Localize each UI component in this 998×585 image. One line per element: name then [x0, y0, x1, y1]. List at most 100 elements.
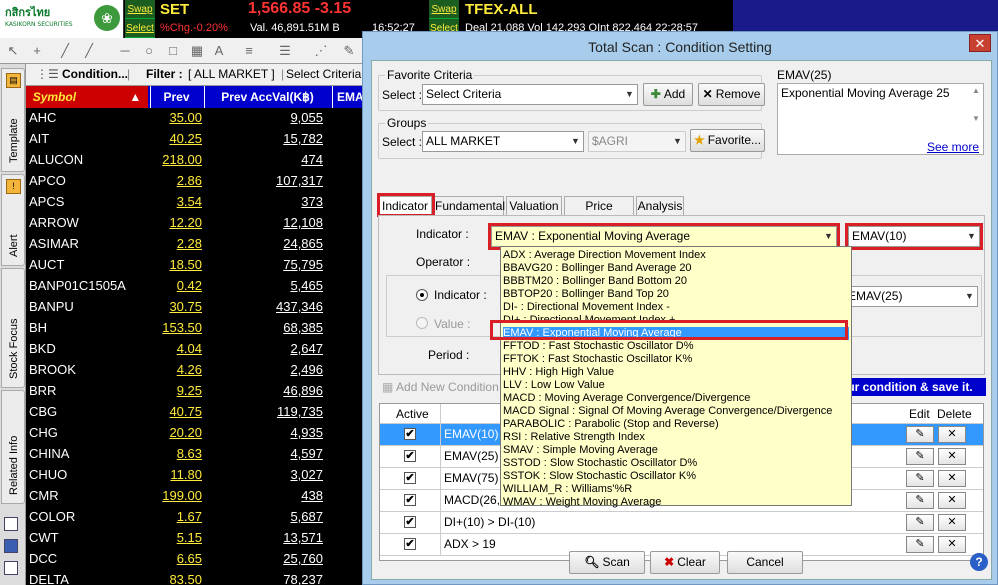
- clear-button[interactable]: ✖ Clear: [650, 551, 720, 574]
- delete-x-icon[interactable]: ✕: [938, 426, 966, 443]
- swap-tfex-link[interactable]: Swap: [429, 0, 459, 19]
- indicator-option[interactable]: ADX : Average Direction Movement Index: [503, 249, 849, 262]
- active-checkbox[interactable]: ✔: [404, 494, 416, 506]
- list-row[interactable]: BRR 9.25 46,896: [26, 381, 362, 402]
- pencil-icon[interactable]: ✎: [906, 448, 934, 465]
- indicator-option[interactable]: BBBTM20 : Bollinger Band Bottom 20: [503, 275, 849, 288]
- fib-icon[interactable]: ≡: [240, 42, 258, 60]
- ema-column-header[interactable]: EMA: [332, 86, 362, 108]
- cancel-button[interactable]: Cancel: [727, 551, 803, 574]
- save-icon[interactable]: [4, 539, 18, 553]
- eraser-icon[interactable]: ✎: [340, 42, 358, 60]
- symbol-cell[interactable]: BH: [29, 320, 47, 335]
- tab-stock-focus[interactable]: Stock Focus: [1, 268, 25, 388]
- symbol-cell[interactable]: COLOR: [29, 509, 75, 524]
- indicator-option[interactable]: HHV : High High Value: [503, 366, 849, 379]
- list-row[interactable]: CWT 5.15 13,571: [26, 528, 362, 549]
- tab-analysis[interactable]: Analysis: [636, 196, 684, 215]
- trendline-icon[interactable]: ╱: [80, 42, 98, 60]
- list-row[interactable]: CMR 199.00 438: [26, 486, 362, 507]
- help-icon[interactable]: ?: [970, 553, 988, 571]
- indicator-option[interactable]: WMAV : Weight Moving Average: [503, 496, 849, 509]
- text-icon[interactable]: A: [210, 42, 228, 60]
- scroll-arrows-icon[interactable]: ▲ ▼: [969, 84, 983, 136]
- pencil-icon[interactable]: ✎: [906, 514, 934, 531]
- list-row[interactable]: DELTA 83.50 78,237: [26, 570, 362, 585]
- symbol-cell[interactable]: ARROW: [29, 215, 79, 230]
- accval-column-header[interactable]: Prev AccVal(K฿): [204, 86, 330, 108]
- symbol-cell[interactable]: CMR: [29, 488, 59, 503]
- radio-value[interactable]: [416, 317, 428, 329]
- pencil-icon[interactable]: ✎: [906, 426, 934, 443]
- indicator-option[interactable]: WILLIAM_R : Williams'%R: [503, 483, 849, 496]
- indicator-option[interactable]: SSTOD : Slow Stochastic Oscillator D%: [503, 457, 849, 470]
- indicator-option[interactable]: RSI : Relative Strength Index: [503, 431, 849, 444]
- tab-template[interactable]: ▤ Template: [1, 68, 25, 172]
- list-row[interactable]: AIT 40.25 15,782: [26, 129, 362, 150]
- tab-price-pattern[interactable]: Price Pattern: [564, 196, 634, 231]
- symbol-cell[interactable]: CWT: [29, 530, 59, 545]
- symbol-cell[interactable]: ALUCON: [29, 152, 83, 167]
- tab-related-info[interactable]: Related Info: [1, 390, 25, 504]
- indicator-option[interactable]: FFTOD : Fast Stochastic Oscillator D%: [503, 340, 849, 353]
- indicator-option[interactable]: SMAV : Simple Moving Average: [503, 444, 849, 457]
- list-row[interactable]: BANPU 30.75 437,346: [26, 297, 362, 318]
- remove-button[interactable]: ✕ Remove: [698, 83, 765, 106]
- symbol-cell[interactable]: ASIMAR: [29, 236, 79, 251]
- indicator-option[interactable]: LLV : Low Low Value: [503, 379, 849, 392]
- symbol-cell[interactable]: BRR: [29, 383, 56, 398]
- symbol-cell[interactable]: AHC: [29, 110, 56, 125]
- crosshair-icon[interactable]: +: [28, 42, 46, 60]
- condition-row[interactable]: ✔ DI+(10) > DI-(10) ✎ ✕: [380, 512, 983, 534]
- close-icon[interactable]: ✕: [969, 34, 991, 52]
- select-set-link[interactable]: Select: [125, 19, 155, 38]
- delete-x-icon[interactable]: ✕: [938, 448, 966, 465]
- style-icon[interactable]: ☰: [276, 42, 294, 60]
- circle-icon[interactable]: ○: [140, 42, 158, 60]
- list-row[interactable]: APCO 2.86 107,317: [26, 171, 362, 192]
- list-row[interactable]: BH 153.50 68,385: [26, 318, 362, 339]
- list-row[interactable]: BKD 4.04 2,647: [26, 339, 362, 360]
- line-tool-icon[interactable]: ╱: [56, 42, 74, 60]
- list-row[interactable]: COLOR 1.67 5,687: [26, 507, 362, 528]
- document-icon[interactable]: [4, 561, 18, 575]
- fan-icon[interactable]: ⋰: [312, 42, 330, 60]
- add-new-condition-button[interactable]: ▦ Add New Condition: [382, 380, 499, 394]
- see-more-link[interactable]: See more: [927, 140, 979, 154]
- symbol-cell[interactable]: CHUO: [29, 467, 67, 482]
- rectangle-icon[interactable]: □: [164, 42, 182, 60]
- list-row[interactable]: CHINA 8.63 4,597: [26, 444, 362, 465]
- delete-x-icon[interactable]: ✕: [938, 536, 966, 553]
- symbol-cell[interactable]: DELTA: [29, 572, 69, 585]
- list-row[interactable]: CBG 40.75 119,735: [26, 402, 362, 423]
- condition-link[interactable]: Condition...: [62, 67, 128, 81]
- favorite-criteria-select[interactable]: Select Criteria ▼: [422, 84, 638, 105]
- symbol-cell[interactable]: BANP01C1505A: [29, 278, 126, 293]
- symbol-cell[interactable]: BANPU: [29, 299, 74, 314]
- indicator-option[interactable]: BBTOP20 : Bollinger Band Top 20: [503, 288, 849, 301]
- list-row[interactable]: DCC 6.65 25,760: [26, 549, 362, 570]
- scan-button[interactable]: 🔍︎ Scan: [569, 551, 645, 574]
- radio-indicator[interactable]: [416, 289, 428, 301]
- symbol-cell[interactable]: AIT: [29, 131, 49, 146]
- list-row[interactable]: APCS 3.54 373: [26, 192, 362, 213]
- prev-column-header[interactable]: Prev: [150, 86, 202, 108]
- indicator-option[interactable]: DI- : Directional Movement Index -: [503, 301, 849, 314]
- swap-set-link[interactable]: Swap: [125, 0, 155, 19]
- active-checkbox[interactable]: ✔: [404, 450, 416, 462]
- symbol-cell[interactable]: BKD: [29, 341, 56, 356]
- symbol-cell[interactable]: AUCT: [29, 257, 64, 272]
- compare-indicator-select[interactable]: EMAV(25) ▼: [844, 286, 978, 307]
- pencil-icon[interactable]: ✎: [906, 536, 934, 553]
- tab-fundamental[interactable]: Fundamental: [434, 196, 505, 215]
- list-row[interactable]: BANP01C1505A 0.42 5,465: [26, 276, 362, 297]
- condition-icon[interactable]: ⋮☰: [36, 67, 59, 81]
- symbol-cell[interactable]: BROOK: [29, 362, 76, 377]
- list-row[interactable]: AHC 35.00 9,055: [26, 108, 362, 129]
- indicator-option[interactable]: BBAVG20 : Bollinger Band Average 20: [503, 262, 849, 275]
- pencil-icon[interactable]: ✎: [906, 470, 934, 487]
- active-checkbox[interactable]: ✔: [404, 428, 416, 440]
- delete-x-icon[interactable]: ✕: [938, 514, 966, 531]
- hline-icon[interactable]: ─: [116, 42, 134, 60]
- list-row[interactable]: BROOK 4.26 2,496: [26, 360, 362, 381]
